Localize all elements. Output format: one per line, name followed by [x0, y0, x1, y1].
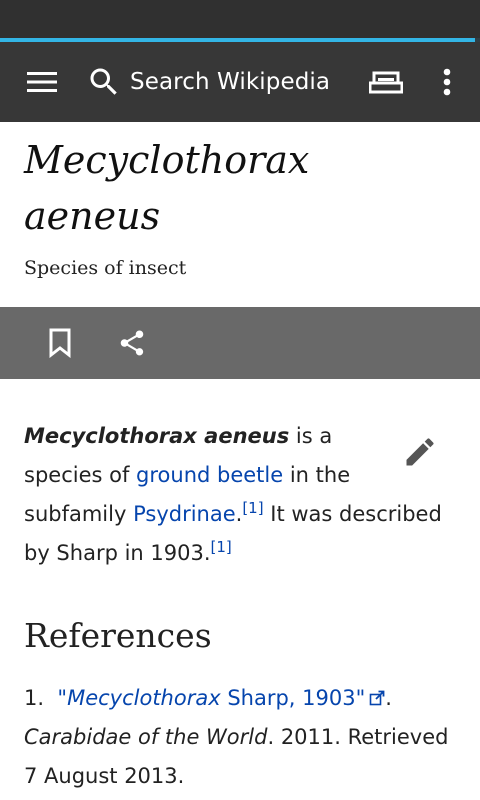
bookmark-icon: [49, 328, 71, 358]
article-lead-paragraph: Mecyclothorax aeneus is a species of gro…: [24, 417, 456, 573]
page-description: Species of insect: [24, 257, 187, 279]
reference-work: Carabidae of the World: [24, 725, 268, 749]
references-list: 1. "Mecyclothorax Sharp, 1903" . Carabid…: [24, 679, 464, 796]
citation-link[interactable]: [1]: [242, 499, 263, 517]
hamburger-menu-icon: [27, 72, 57, 92]
article-text: in the: [283, 463, 351, 487]
overflow-menu-button[interactable]: [424, 42, 470, 122]
link-ground-beetle[interactable]: ground beetle: [136, 463, 283, 487]
reference-date: 7 August 2013.: [24, 764, 185, 788]
reference-link-genus: Mecyclothorax: [67, 686, 221, 710]
app: Search Wikipedia Mecyclothorax aeneus Sp…: [0, 0, 480, 800]
reference-number: 1.: [24, 686, 45, 710]
reference-text: .: [385, 686, 392, 710]
reference-link-quote: ": [57, 686, 68, 710]
reference-text: . 2011. Retrieved: [267, 725, 449, 749]
top-toolbar: Search Wikipedia: [0, 42, 480, 122]
reference-link-rest: Sharp, 1903": [220, 686, 366, 710]
citation-link[interactable]: [1]: [211, 538, 232, 556]
system-status-bar: [0, 0, 480, 38]
page-title-line1: Mecyclothorax: [24, 138, 310, 182]
article-text: It was described: [263, 502, 442, 526]
external-link-icon: [369, 690, 385, 706]
article-header: Mecyclothorax aeneus Species of insect: [24, 132, 464, 282]
reference-link[interactable]: "Mecyclothorax Sharp, 1903": [57, 686, 385, 710]
reading-list-icon: [369, 71, 403, 94]
more-vertical-icon: [443, 68, 451, 96]
link-psydrinae[interactable]: Psydrinae: [133, 502, 236, 526]
article-subject: Mecyclothorax aeneus: [24, 424, 290, 448]
page-title-line2: aeneus: [24, 194, 161, 238]
reference-item: 1. "Mecyclothorax Sharp, 1903" . Carabid…: [24, 679, 464, 796]
article-text: by Sharp in 1903.: [24, 541, 211, 565]
search-placeholder: Search Wikipedia: [130, 69, 331, 95]
article-text: is a: [289, 424, 333, 448]
reading-list-button[interactable]: [358, 42, 414, 122]
references-heading: References: [24, 616, 212, 655]
search-icon: [90, 68, 117, 95]
bookmark-button[interactable]: [28, 307, 92, 379]
share-button[interactable]: [100, 307, 164, 379]
menu-button[interactable]: [14, 42, 70, 122]
page-title: Mecyclothorax aeneus: [24, 132, 464, 244]
page-action-bar: [0, 307, 480, 379]
search-bar[interactable]: Search Wikipedia: [80, 42, 350, 122]
share-icon: [120, 330, 144, 356]
article-text: subfamily: [24, 502, 134, 526]
article-text: species of: [24, 463, 137, 487]
